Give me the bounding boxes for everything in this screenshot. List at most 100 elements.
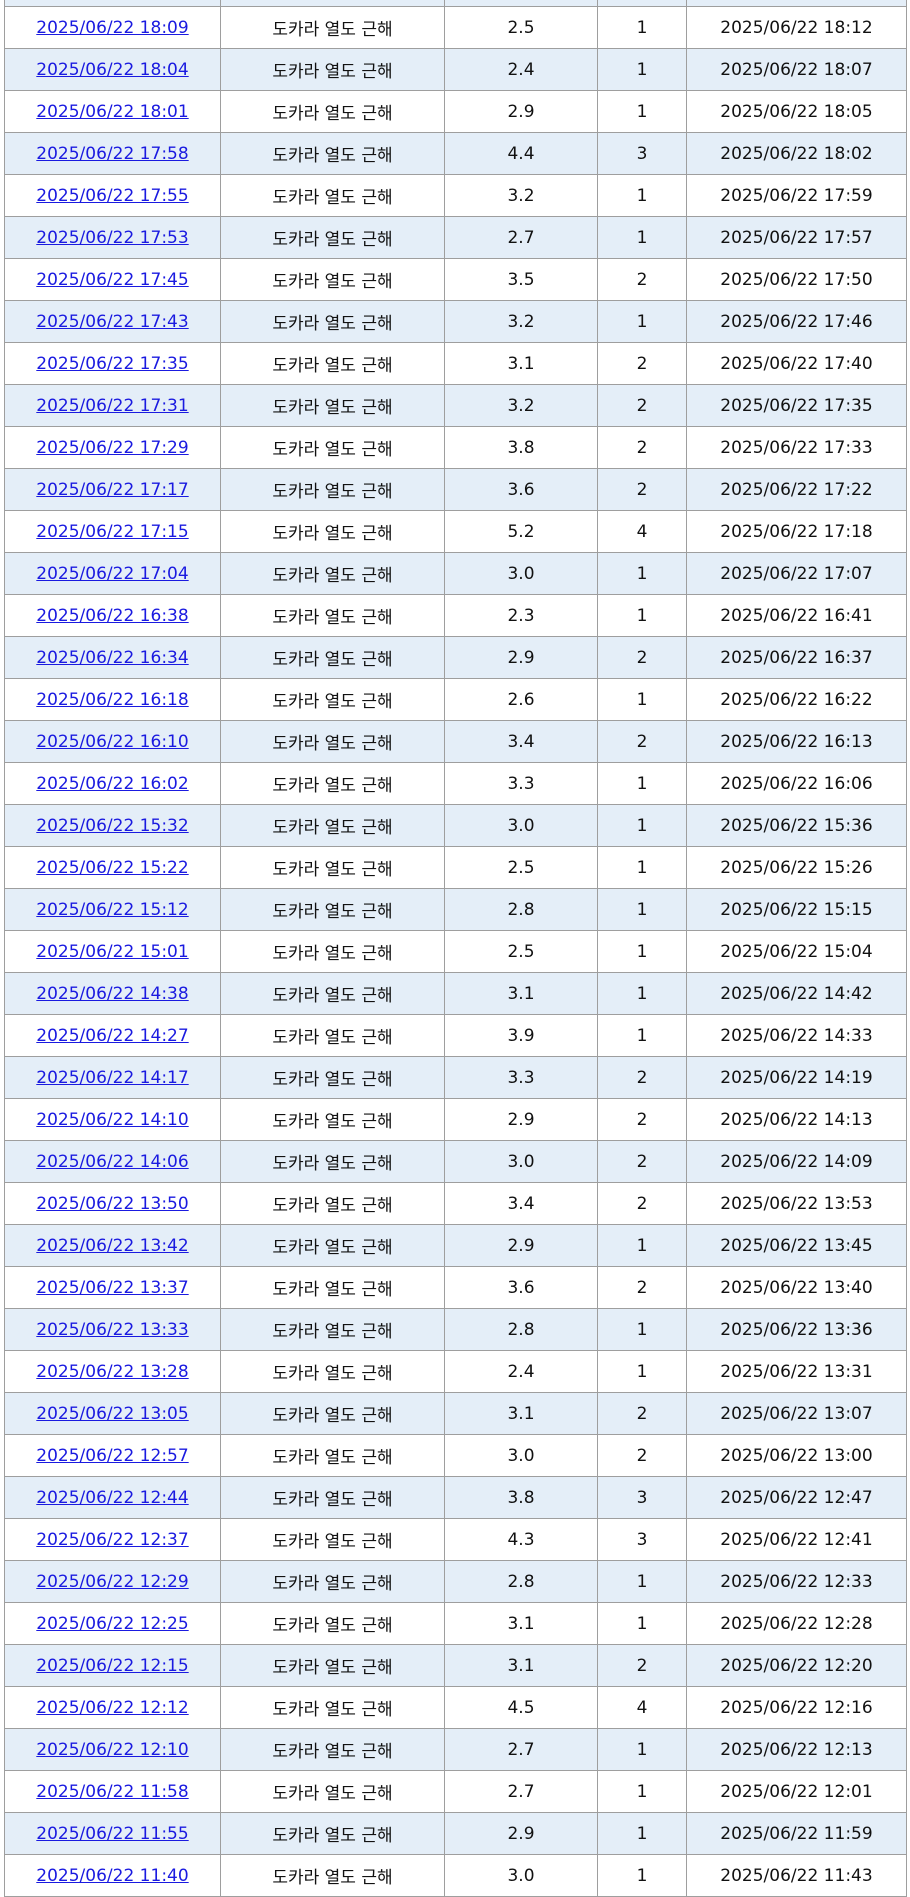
announced-time-cell: 2025/06/22 11:59 — [686, 1812, 907, 1855]
origin-time-link[interactable]: 2025/06/22 17:45 — [36, 270, 188, 290]
table-row: 2025/06/22 17:45 도카라 열도 근해 3.5 2 2025/06/22 … — [4, 258, 907, 301]
origin-time-cell: 2025/06/22 17:31 — [4, 384, 221, 427]
magnitude-cell: 2.8 — [444, 1308, 598, 1351]
origin-time-link[interactable]: 2025/06/22 16:10 — [36, 732, 188, 752]
announced-time-cell: 2025/06/22 17:18 — [686, 510, 907, 553]
max-intensity-cell: 1 — [597, 552, 687, 595]
announced-time-cell: 2025/06/22 13:40 — [686, 1266, 907, 1309]
origin-time-link[interactable]: 2025/06/22 15:32 — [36, 816, 188, 836]
region-cell: 도카라 열도 근해 — [220, 1560, 445, 1603]
origin-time-link[interactable]: 2025/06/22 13:33 — [36, 1320, 188, 1340]
origin-time-link[interactable]: 2025/06/22 14:10 — [36, 1110, 188, 1130]
origin-time-cell: 2025/06/22 15:32 — [4, 804, 221, 847]
magnitude-cell: 3.6 — [444, 468, 598, 511]
magnitude-cell: 3.8 — [444, 426, 598, 469]
max-intensity-cell: 1 — [597, 594, 687, 637]
origin-time-link[interactable]: 2025/06/22 12:25 — [36, 1614, 188, 1634]
origin-time-link[interactable]: 2025/06/22 12:37 — [36, 1530, 188, 1550]
origin-time-link[interactable]: 2025/06/22 11:55 — [36, 1824, 188, 1844]
origin-time-link[interactable]: 2025/06/22 17:17 — [36, 480, 188, 500]
max-intensity-cell: 2 — [597, 1182, 687, 1225]
origin-time-link[interactable]: 2025/06/22 11:58 — [36, 1782, 188, 1802]
origin-time-link[interactable]: 2025/06/22 14:06 — [36, 1152, 188, 1172]
origin-time-link[interactable]: 2025/06/22 15:12 — [36, 900, 188, 920]
origin-time-link[interactable]: 2025/06/22 14:38 — [36, 984, 188, 1004]
origin-time-link[interactable]: 2025/06/22 15:01 — [36, 942, 188, 962]
origin-time-link[interactable]: 2025/06/22 17:15 — [36, 522, 188, 542]
max-intensity-cell: 1 — [597, 930, 687, 973]
origin-time-cell: 2025/06/22 11:58 — [4, 1770, 221, 1813]
region-cell: 도카라 열도 근해 — [220, 342, 445, 385]
origin-time-link[interactable]: 2025/06/22 12:15 — [36, 1656, 188, 1676]
origin-time-link[interactable]: 2025/06/22 12:57 — [36, 1446, 188, 1466]
origin-time-cell: 2025/06/22 14:27 — [4, 1014, 221, 1057]
max-intensity-cell: 1 — [597, 678, 687, 721]
announced-time-cell: 2025/06/22 14:33 — [686, 1014, 907, 1057]
table-row: 2025/06/22 14:17 도카라 열도 근해 3.3 2 2025/06/22 … — [4, 1056, 907, 1099]
announced-time-cell: 2025/06/22 13:07 — [686, 1392, 907, 1435]
origin-time-link[interactable]: 2025/06/22 17:29 — [36, 438, 188, 458]
origin-time-link[interactable]: 2025/06/22 18:09 — [36, 18, 188, 38]
origin-time-link[interactable]: 2025/06/22 18:04 — [36, 60, 188, 80]
announced-time-cell: 2025/06/22 11:43 — [686, 1854, 907, 1897]
announced-time-cell: 2025/06/22 17:46 — [686, 300, 907, 343]
origin-time-link[interactable]: 2025/06/22 14:27 — [36, 1026, 188, 1046]
origin-time-link[interactable]: 2025/06/22 15:22 — [36, 858, 188, 878]
origin-time-link[interactable]: 2025/06/22 12:44 — [36, 1488, 188, 1508]
magnitude-cell: 2.6 — [444, 678, 598, 721]
region-cell: 도카라 열도 근해 — [220, 804, 445, 847]
region-cell: 도카라 열도 근해 — [220, 132, 445, 175]
origin-time-link[interactable]: 2025/06/22 17:31 — [36, 396, 188, 416]
region-cell: 도카라 열도 근해 — [220, 720, 445, 763]
origin-time-link[interactable]: 2025/06/22 17:04 — [36, 564, 188, 584]
origin-time-link[interactable]: 2025/06/22 13:50 — [36, 1194, 188, 1214]
announced-time-cell: 2025/06/22 15:36 — [686, 804, 907, 847]
origin-time-cell: 2025/06/22 12:29 — [4, 1560, 221, 1603]
announced-time-cell: 2025/06/22 12:28 — [686, 1602, 907, 1645]
origin-time-link[interactable]: 2025/06/22 17:58 — [36, 144, 188, 164]
origin-time-link[interactable]: 2025/06/22 17:53 — [36, 228, 188, 248]
magnitude-cell: 2.9 — [444, 1812, 598, 1855]
origin-time-cell: 2025/06/22 11:55 — [4, 1812, 221, 1855]
origin-time-link[interactable]: 2025/06/22 16:02 — [36, 774, 188, 794]
announced-time-cell: 2025/06/22 17:40 — [686, 342, 907, 385]
magnitude-cell: 3.1 — [444, 972, 598, 1015]
origin-time-link[interactable]: 2025/06/22 13:28 — [36, 1362, 188, 1382]
origin-time-link[interactable]: 2025/06/22 12:12 — [36, 1698, 188, 1718]
origin-time-link[interactable]: 2025/06/22 13:37 — [36, 1278, 188, 1298]
origin-time-cell: 2025/06/22 16:10 — [4, 720, 221, 763]
origin-time-link[interactable]: 2025/06/22 16:34 — [36, 648, 188, 668]
table-row: 2025/06/22 12:57 도카라 열도 근해 3.0 2 2025/06/22 … — [4, 1434, 907, 1477]
max-intensity-cell: 1 — [597, 1812, 687, 1855]
origin-time-cell: 2025/06/22 16:34 — [4, 636, 221, 679]
origin-time-link[interactable]: 2025/06/22 17:35 — [36, 354, 188, 374]
max-intensity-cell: 1 — [597, 1770, 687, 1813]
origin-time-link[interactable]: 2025/06/22 13:05 — [36, 1404, 188, 1424]
announced-time-cell: 2025/06/22 17:35 — [686, 384, 907, 427]
max-intensity-cell: 2 — [597, 426, 687, 469]
table-row: 2025/06/22 14:27 도카라 열도 근해 3.9 1 2025/06/22 … — [4, 1014, 907, 1057]
origin-time-cell: 2025/06/22 18:09 — [4, 6, 221, 49]
announced-time-cell: 2025/06/22 16:22 — [686, 678, 907, 721]
origin-time-link[interactable]: 2025/06/22 16:18 — [36, 690, 188, 710]
region-cell: 도카라 열도 근해 — [220, 1266, 445, 1309]
announced-time-cell: 2025/06/22 15:04 — [686, 930, 907, 973]
origin-time-link[interactable]: 2025/06/22 17:43 — [36, 312, 188, 332]
region-cell: 도카라 열도 근해 — [220, 1812, 445, 1855]
origin-time-link[interactable]: 2025/06/22 14:17 — [36, 1068, 188, 1088]
origin-time-link[interactable]: 2025/06/22 12:29 — [36, 1572, 188, 1592]
announced-time-cell: 2025/06/22 12:13 — [686, 1728, 907, 1771]
announced-time-cell: 2025/06/22 14:42 — [686, 972, 907, 1015]
max-intensity-cell: 2 — [597, 1392, 687, 1435]
table-row: 2025/06/22 17:29 도카라 열도 근해 3.8 2 2025/06/22 … — [4, 426, 907, 469]
origin-time-link[interactable]: 2025/06/22 12:10 — [36, 1740, 188, 1760]
origin-time-link[interactable]: 2025/06/22 16:38 — [36, 606, 188, 626]
origin-time-link[interactable]: 2025/06/22 17:55 — [36, 186, 188, 206]
origin-time-link[interactable]: 2025/06/22 13:42 — [36, 1236, 188, 1256]
origin-time-cell: 2025/06/22 17:53 — [4, 216, 221, 259]
origin-time-link[interactable]: 2025/06/22 18:01 — [36, 102, 188, 122]
max-intensity-cell: 2 — [597, 636, 687, 679]
table-row: 2025/06/22 13:33 도카라 열도 근해 2.8 1 2025/06/22 … — [4, 1308, 907, 1351]
table-row: 2025/06/22 18:04 도카라 열도 근해 2.4 1 2025/06/22 … — [4, 48, 907, 91]
table-row: 2025/06/22 11:55 도카라 열도 근해 2.9 1 2025/06/22 … — [4, 1812, 907, 1855]
